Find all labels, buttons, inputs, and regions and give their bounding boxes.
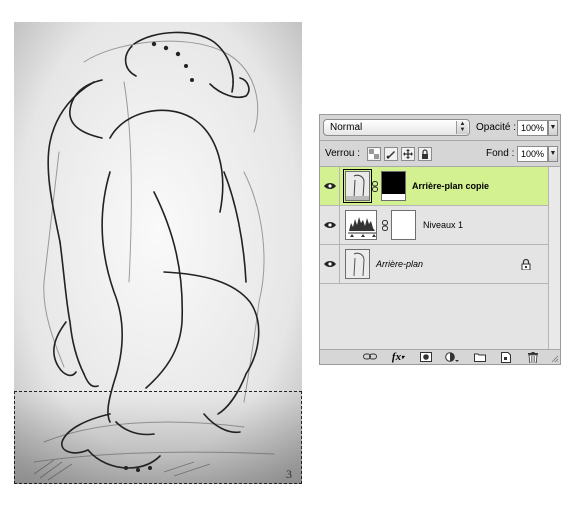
document-canvas[interactable]: 3	[14, 22, 302, 484]
layer-lock-icon	[521, 258, 531, 270]
lock-label: Verrou :	[325, 148, 361, 159]
levels-histogram-icon	[345, 210, 377, 240]
lock-pixels-brush-icon[interactable]	[384, 147, 398, 161]
lock-fill-row: Verrou : Fond : 100% ▼	[320, 142, 560, 166]
layer-mask-thumbnail[interactable]	[391, 210, 416, 240]
layers-scrollbar[interactable]	[548, 167, 560, 349]
visibility-eye-icon[interactable]	[320, 206, 340, 244]
fill-field[interactable]: 100%	[517, 146, 548, 162]
layer-thumbnail	[343, 169, 372, 203]
new-layer-icon[interactable]	[498, 351, 514, 363]
mask-link-icon[interactable]	[372, 181, 378, 192]
lock-position-move-icon[interactable]	[401, 147, 415, 161]
trash-icon[interactable]	[525, 351, 541, 363]
sketch-artwork: 3	[14, 22, 302, 484]
layers-list: Arrière-plan copie Niveaux 1 Arrière-pla…	[320, 167, 548, 349]
artwork-signature: 3	[286, 467, 292, 481]
layer-mask-thumbnail[interactable]	[381, 171, 406, 201]
fill-dropdown-arrow-icon[interactable]: ▼	[548, 146, 558, 162]
lock-transparency-icon[interactable]	[367, 147, 381, 161]
blend-mode-select[interactable]: Normal ▲ ▼	[323, 119, 470, 136]
divider	[320, 140, 560, 141]
layer-name: Arrière-plan copie	[412, 181, 490, 191]
lock-all-padlock-icon[interactable]	[418, 147, 432, 161]
blend-opacity-row: Normal ▲ ▼ Opacité : 100% ▼	[320, 116, 560, 140]
mask-link-icon[interactable]	[382, 220, 388, 231]
updown-arrows-icon: ▲ ▼	[456, 121, 468, 134]
add-mask-icon[interactable]	[418, 351, 434, 363]
layers-panel: Normal ▲ ▼ Opacité : 100% ▼ Verrou : Fond…	[319, 114, 561, 365]
opacity-dropdown-arrow-icon[interactable]: ▼	[548, 120, 558, 136]
visibility-eye-icon[interactable]	[320, 245, 340, 283]
link-layers-icon[interactable]	[362, 351, 378, 363]
opacity-field[interactable]: 100%	[517, 120, 548, 136]
fill-label: Fond :	[486, 148, 515, 159]
layer-name: Arrière-plan	[376, 259, 424, 269]
visibility-eye-icon[interactable]	[320, 167, 340, 205]
layer-row-niveaux-1[interactable]: Niveaux 1	[320, 206, 548, 245]
new-group-icon[interactable]	[472, 351, 488, 363]
opacity-label: Opacité :	[476, 122, 517, 133]
layer-name: Niveaux 1	[423, 220, 464, 230]
layer-row-arriere-plan[interactable]: Arrière-plan	[320, 245, 548, 284]
blend-mode-value: Normal	[330, 122, 363, 133]
resize-grip-icon[interactable]	[551, 355, 559, 363]
layers-bottom-toolbar: fx ▾	[320, 349, 560, 364]
fx-icon[interactable]: fx ▾	[390, 351, 406, 363]
layer-thumbnail	[345, 249, 370, 279]
adjustment-layer-icon[interactable]	[444, 351, 460, 363]
layer-row-arriere-plan-copie[interactable]: Arrière-plan copie	[320, 167, 548, 206]
